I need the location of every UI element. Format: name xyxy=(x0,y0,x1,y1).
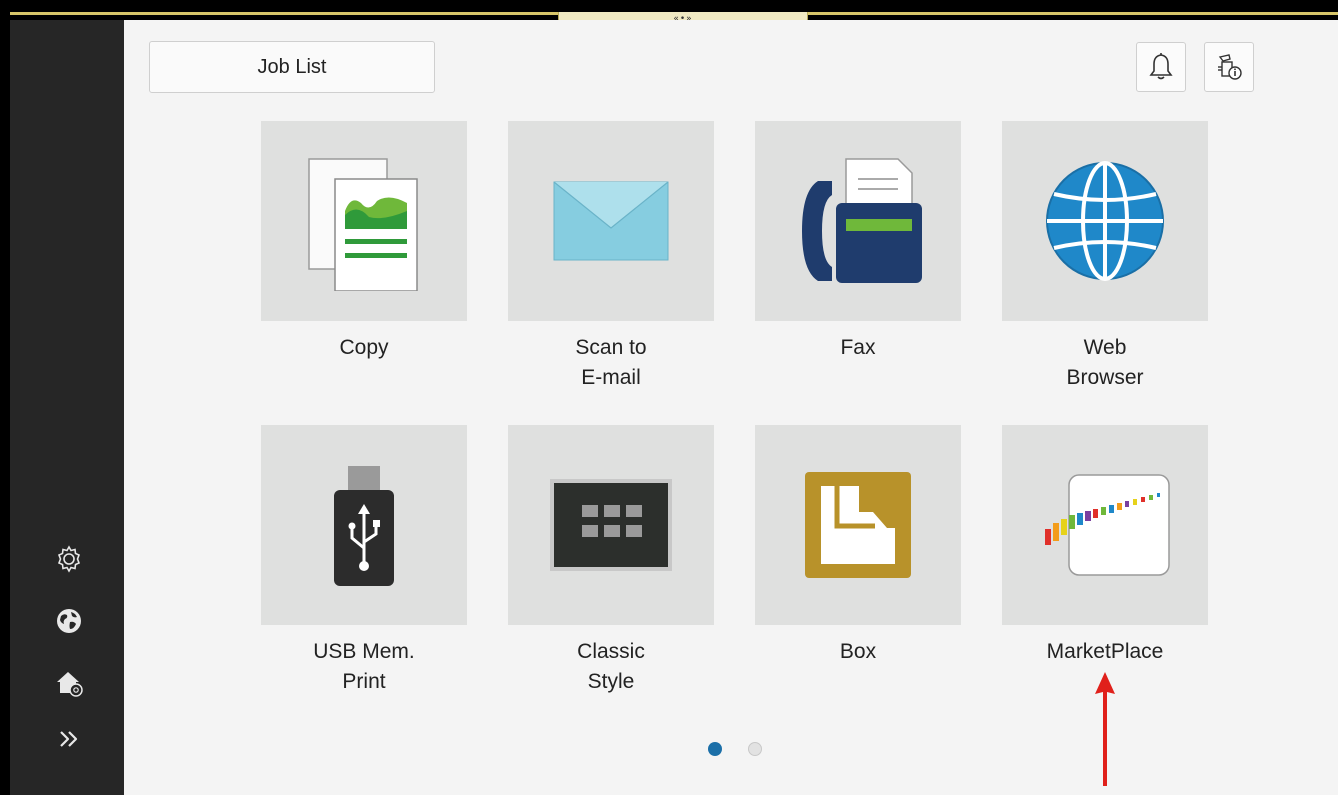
app-scan-to-email-label: Scan to E-mail xyxy=(575,336,647,389)
app-box-label: Box xyxy=(839,640,877,663)
device-info-button[interactable] xyxy=(1204,42,1254,92)
bell-icon xyxy=(1149,53,1173,80)
job-list-label: Job List xyxy=(257,55,327,78)
annotation-arrow-icon xyxy=(1095,672,1115,786)
app-marketplace-label: MarketPlace xyxy=(1046,640,1164,663)
fax-icon xyxy=(802,158,922,283)
app-marketplace-tile[interactable] xyxy=(1002,425,1208,625)
home-screen: Job List Copy Scan to E-mail Fax Web Bro… xyxy=(124,20,1338,795)
app-classic-style[interactable]: Classic Style xyxy=(508,425,714,697)
app-box-tile[interactable] xyxy=(755,425,961,625)
device-screen: «•» Job List Copy Scan to E-mail Fax Web… xyxy=(0,0,1338,795)
globe-icon xyxy=(1046,161,1164,281)
app-fax-tile[interactable] xyxy=(755,121,961,321)
copy-icon xyxy=(308,158,418,291)
box-icon xyxy=(805,472,911,578)
app-web-browser-tile[interactable] xyxy=(1002,121,1208,321)
job-list-button[interactable]: Job List xyxy=(149,41,435,93)
app-usb-mem-print-label: USB Mem. Print xyxy=(313,640,415,693)
marketplace-icon xyxy=(1045,474,1170,576)
keypad-icon xyxy=(550,479,672,571)
app-copy-label: Copy xyxy=(339,336,389,359)
app-copy[interactable]: Copy xyxy=(261,121,467,363)
app-scan-to-email-tile[interactable] xyxy=(508,121,714,321)
app-classic-style-tile[interactable] xyxy=(508,425,714,625)
app-marketplace[interactable]: MarketPlace xyxy=(1002,425,1208,667)
app-classic-style-label: Classic Style xyxy=(577,640,645,693)
page-dot-inactive[interactable] xyxy=(748,742,762,756)
expand-double-chevron-icon[interactable] xyxy=(52,722,86,756)
home-settings-icon[interactable] xyxy=(52,666,86,700)
envelope-icon xyxy=(553,181,669,261)
app-scan-to-email[interactable]: Scan to E-mail xyxy=(508,121,714,393)
app-fax-label: Fax xyxy=(840,336,876,359)
app-web-browser-label: Web Browser xyxy=(1066,336,1144,389)
app-box[interactable]: Box xyxy=(755,425,961,667)
app-copy-tile[interactable] xyxy=(261,121,467,321)
language-globe-icon[interactable] xyxy=(52,604,86,638)
notifications-button[interactable] xyxy=(1136,42,1186,92)
device-info-icon xyxy=(1218,54,1242,80)
app-usb-mem-print-tile[interactable] xyxy=(261,425,467,625)
app-fax[interactable]: Fax xyxy=(755,121,961,363)
app-usb-mem-print[interactable]: USB Mem. Print xyxy=(261,425,467,697)
settings-gear-icon[interactable] xyxy=(52,542,86,576)
usb-icon xyxy=(334,466,394,586)
app-web-browser[interactable]: Web Browser xyxy=(1002,121,1208,393)
sidebar xyxy=(10,20,124,795)
page-dot-active[interactable] xyxy=(708,742,722,756)
